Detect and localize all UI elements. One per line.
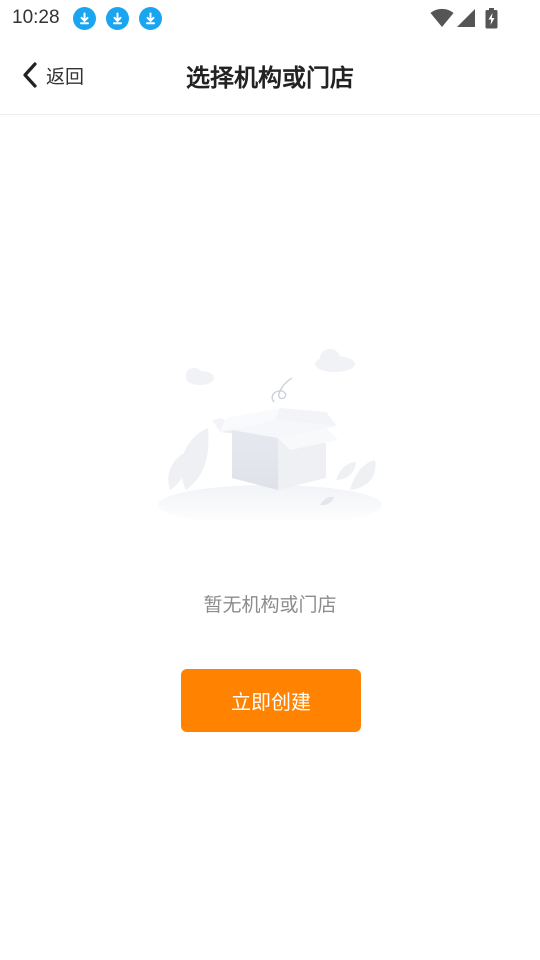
create-now-button[interactable]: 立即创建: [181, 669, 361, 732]
download-icon: [139, 7, 162, 30]
cellular-signal-icon: [457, 9, 475, 27]
nav-bar: 返回 选择机构或门店: [0, 36, 540, 115]
status-bar: 10:28: [0, 0, 540, 36]
status-time: 10:28: [12, 7, 60, 28]
page-title: 选择机构或门店: [186, 64, 354, 92]
empty-box-icon: [158, 349, 382, 520]
wifi-icon: [430, 8, 454, 27]
download-icon: [106, 7, 129, 30]
empty-message: 暂无机构或门店: [203, 594, 337, 616]
battery-charging-icon: [485, 8, 498, 29]
download-icon: [73, 7, 96, 30]
